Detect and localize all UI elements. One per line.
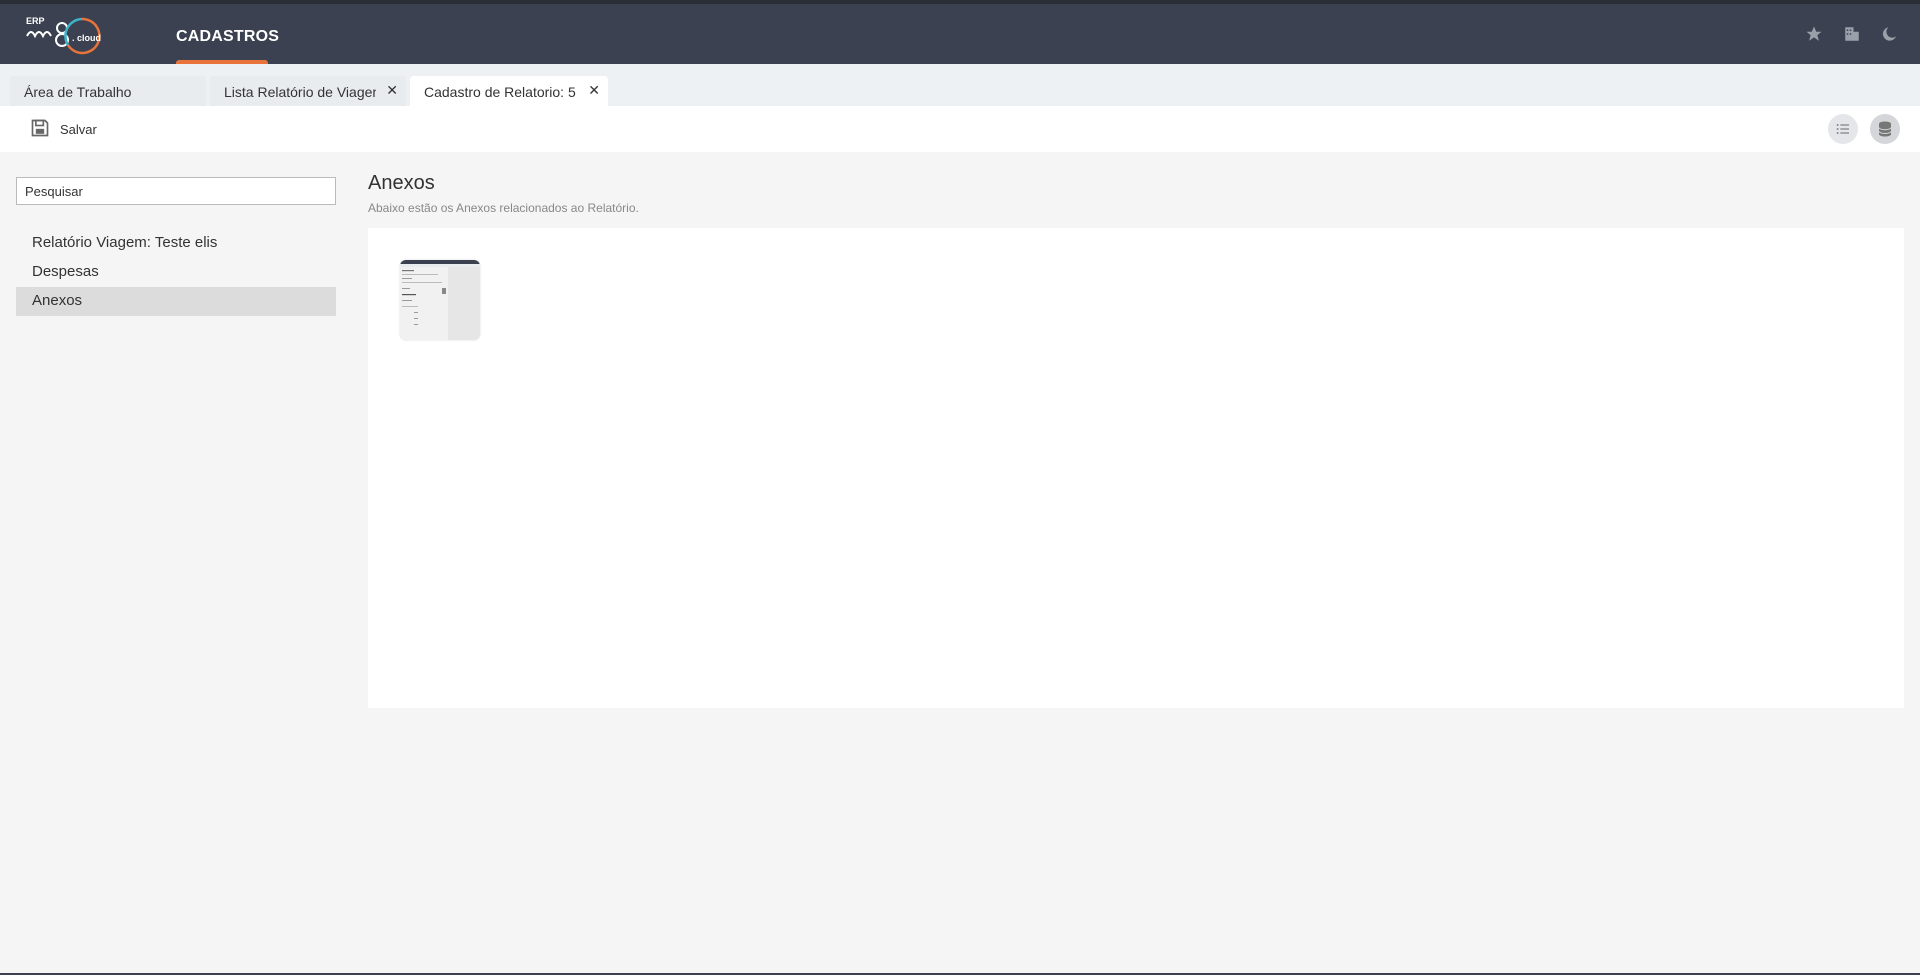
save-label: Salvar [60, 122, 97, 137]
save-button[interactable]: Salvar [30, 118, 97, 141]
database-icon[interactable] [1870, 114, 1900, 144]
tab-lista-relatorio-viagem[interactable]: Lista Relatório de Viagem ✕ [210, 76, 406, 106]
tab-label: Lista Relatório de Viagem [224, 84, 376, 100]
toolbar: Salvar [0, 106, 1920, 152]
nav-cadastros[interactable]: CADASTROS [176, 4, 279, 64]
close-icon[interactable]: ✕ [588, 82, 600, 99]
tab-bar: Área de Trabalho Lista Relatório de Viag… [0, 64, 1920, 106]
close-icon[interactable]: ✕ [386, 82, 398, 99]
top-header: . cloud ERP CADASTROS [0, 0, 1920, 64]
tab-area-de-trabalho[interactable]: Área de Trabalho [10, 76, 206, 106]
logo-erp-text: ERP [26, 16, 45, 26]
search-input[interactable] [16, 177, 336, 205]
main-content: Anexos Abaixo estão os Anexos relacionad… [368, 172, 1904, 215]
tab-label: Cadastro de Relatorio: 50 [424, 84, 576, 100]
tab-label: Área de Trabalho [24, 84, 132, 100]
page-title: Anexos [368, 172, 435, 194]
sidebar-item-relatorio-viagem[interactable]: Relatório Viagem: Teste elis [16, 229, 336, 258]
logo-cloud-text: . cloud [72, 33, 101, 43]
list-icon[interactable] [1828, 114, 1858, 144]
sidebar: Relatório Viagem: Teste elis Despesas An… [16, 177, 336, 316]
sidebar-item-despesas[interactable]: Despesas [16, 258, 336, 287]
sidebar-nav: Relatório Viagem: Teste elis Despesas An… [16, 229, 336, 316]
star-icon[interactable] [1804, 24, 1824, 44]
moon-icon[interactable] [1880, 24, 1900, 44]
building-icon[interactable] [1842, 24, 1862, 44]
page-subtitle: Abaixo estão os Anexos relacionados ao R… [368, 201, 639, 215]
tab-cadastro-relatorio[interactable]: Cadastro de Relatorio: 50 ✕ [410, 76, 608, 106]
attachment-thumbnail[interactable] [400, 260, 480, 340]
save-icon [30, 118, 50, 141]
app-logo[interactable]: . cloud ERP [24, 14, 114, 58]
attachments-panel [368, 228, 1904, 708]
sidebar-item-anexos[interactable]: Anexos [16, 287, 336, 316]
